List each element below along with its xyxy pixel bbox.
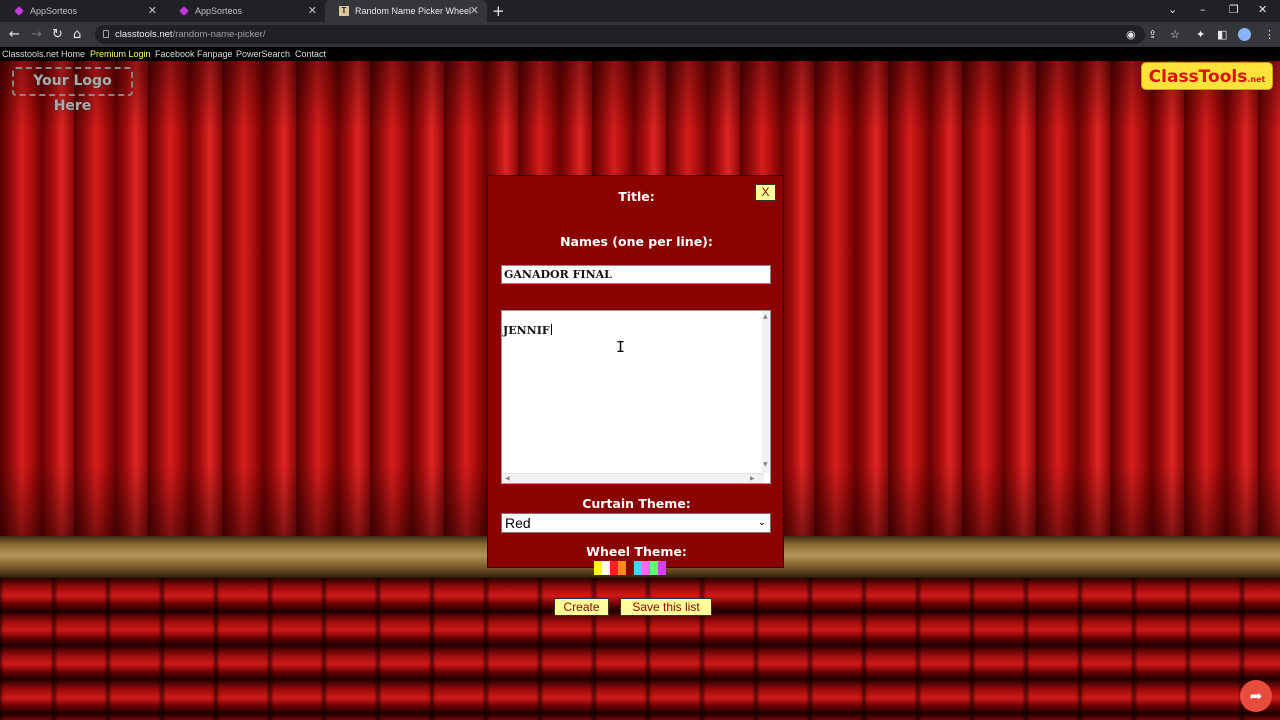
curtain-theme-value: Red	[505, 515, 531, 531]
share-floating-button[interactable]: ➦	[1240, 680, 1272, 712]
forward-icon[interactable]: →	[31, 27, 42, 42]
side-panel-icon[interactable]: ◧	[1217, 28, 1227, 41]
wheel-theme-swatch[interactable]	[618, 561, 626, 575]
text-cursor-icon: I	[616, 338, 626, 356]
curtain-theme-select[interactable]: Red ⌄	[501, 513, 771, 533]
url-field[interactable]: classtools.net/random-name-picker/	[95, 25, 1145, 44]
setup-dialog: X Title: GANADOR FINAL Names (one per li…	[487, 175, 784, 616]
wheel-theme-swatch[interactable]	[594, 561, 602, 575]
names-textarea[interactable]: JENNIF I ▲ ▼ ◀ ▶	[501, 310, 771, 484]
wheel-theme-swatches[interactable]	[594, 561, 666, 575]
share-arrow-icon: ➦	[1249, 687, 1263, 705]
wheel-theme-swatch[interactable]	[626, 561, 634, 575]
back-icon[interactable]: ←	[9, 27, 20, 42]
browser-tab-random-name-picker[interactable]: T Random Name Picker Wheel ✕	[325, 0, 487, 22]
close-tab-icon[interactable]: ✕	[470, 4, 479, 17]
classtools-logo[interactable]: ClassTools.net	[1141, 62, 1273, 90]
browser-tab-bar: AppSorteos ✕ AppSorteos ✕ T Random Name …	[0, 0, 1280, 22]
appsorteos-favicon-icon	[179, 6, 189, 16]
classtools-logo-suffix: .net	[1247, 75, 1266, 84]
wheel-theme-swatch[interactable]	[642, 561, 650, 575]
nav-link-powersearch[interactable]: PowerSearch	[236, 49, 290, 59]
tab-label: Random Name Picker Wheel	[355, 6, 472, 16]
home-icon[interactable]: ⌂	[73, 27, 81, 42]
create-button[interactable]: Create	[554, 598, 609, 616]
new-tab-icon[interactable]: +	[492, 2, 505, 20]
names-value: JENNIF	[503, 324, 550, 337]
horizontal-scrollbar[interactable]: ◀ ▶	[502, 473, 764, 483]
wheel-theme-swatch[interactable]	[602, 561, 610, 575]
bookmark-star-icon[interactable]: ☆	[1170, 28, 1180, 41]
menu-icon[interactable]: ⋮	[1264, 28, 1275, 41]
nav-link-facebook[interactable]: Facebook Fanpage	[155, 49, 233, 59]
names-label: Names (one per line):	[560, 234, 713, 249]
names-text: JENNIF	[503, 324, 552, 337]
browser-tab-appsorteos-2[interactable]: AppSorteos ✕	[165, 0, 325, 22]
share-page-icon[interactable]: ⇪	[1148, 28, 1157, 41]
logo-placeholder[interactable]: Your Logo Here	[12, 67, 133, 114]
save-list-button[interactable]: Save this list	[620, 598, 712, 616]
lock-icon	[103, 30, 109, 38]
close-tab-icon[interactable]: ✕	[148, 4, 157, 17]
scroll-right-icon[interactable]: ▶	[750, 475, 755, 482]
theatre-stage: Your Logo Here ClassTools.net X Title: G…	[0, 61, 1280, 720]
nav-link-home[interactable]: Classtools.net Home	[2, 49, 85, 59]
scroll-up-icon[interactable]: ▲	[763, 313, 768, 320]
profile-avatar[interactable]	[1238, 28, 1251, 41]
extensions-icon[interactable]: ✦	[1196, 28, 1205, 41]
scroll-down-icon[interactable]: ▼	[763, 461, 768, 468]
wheel-theme-swatch[interactable]	[650, 561, 658, 575]
appsorteos-favicon-icon	[14, 6, 24, 16]
tab-label: AppSorteos	[30, 6, 78, 16]
minimize-icon[interactable]: –	[1200, 3, 1206, 16]
restore-icon[interactable]: ❐	[1229, 3, 1239, 16]
vertical-scrollbar[interactable]: ▲ ▼	[762, 311, 770, 473]
classtools-logo-text: ClassTools	[1148, 67, 1248, 87]
google-icon[interactable]: ◉	[1126, 28, 1136, 41]
scroll-left-icon[interactable]: ◀	[505, 475, 510, 482]
wheel-theme-swatch[interactable]	[634, 561, 642, 575]
tab-label: AppSorteos	[195, 6, 243, 16]
classtools-favicon-icon: T	[339, 6, 349, 16]
url-path: /random-name-picker/	[172, 29, 266, 40]
close-window-icon[interactable]: ✕	[1258, 3, 1267, 16]
address-toolbar: ← → ↻ ⌂ classtools.net/random-name-picke…	[0, 22, 1280, 47]
browser-tab-appsorteos-1[interactable]: AppSorteos ✕	[0, 0, 165, 22]
wheel-theme-swatch[interactable]	[658, 561, 666, 575]
site-nav: Classtools.net Home Premium Login Facebo…	[0, 47, 1280, 61]
reload-icon[interactable]: ↻	[52, 27, 63, 42]
title-label: Title:	[618, 189, 655, 204]
curtain-theme-label: Curtain Theme:	[582, 496, 691, 511]
text-caret	[550, 324, 552, 335]
title-input[interactable]: GANADOR FINAL	[501, 265, 771, 284]
tab-search-chevron-icon[interactable]: ⌄	[1168, 3, 1177, 16]
wheel-theme-label: Wheel Theme:	[586, 544, 687, 559]
nav-link-premium-login[interactable]: Premium Login	[90, 49, 151, 59]
url-host: classtools.net	[115, 29, 173, 40]
nav-link-contact[interactable]: Contact	[295, 49, 326, 59]
wheel-theme-swatch[interactable]	[610, 561, 618, 575]
close-tab-icon[interactable]: ✕	[308, 4, 317, 17]
chevron-down-icon: ⌄	[757, 517, 766, 528]
